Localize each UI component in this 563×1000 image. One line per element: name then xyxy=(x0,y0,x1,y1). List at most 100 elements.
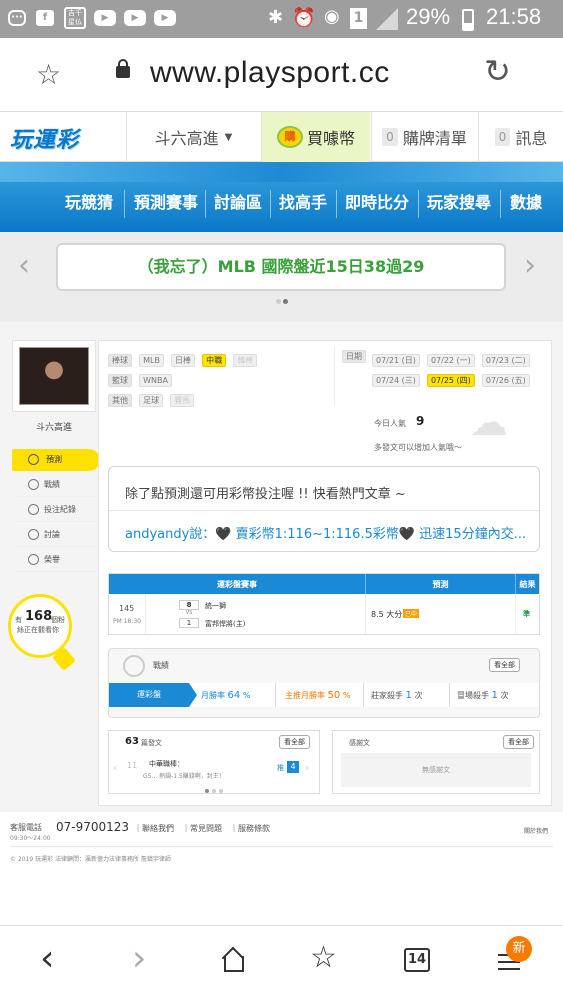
comment-icon: ··· xyxy=(8,10,26,26)
youtube-icon: ▶ xyxy=(124,10,146,26)
chevron-left-icon[interactable]: ‹ xyxy=(18,248,30,283)
record-panel: 戰績 看全部 運彩盤 月勝率 64 % 主推月勝率 50 % 莊家殺手 1 次 … xyxy=(108,648,540,718)
vs-label: VS xyxy=(185,610,193,616)
filter-tag[interactable]: 足球 xyxy=(139,394,164,407)
post-item[interactable]: 中華職棒： G5... 熱鍋-1.5賺錢啊，封王！ xyxy=(143,757,267,787)
record-tab-month[interactable]: 月勝率 64 % xyxy=(201,690,250,701)
forward-icon[interactable]: › xyxy=(132,938,146,979)
side-item-predict[interactable]: 預測 xyxy=(12,449,100,471)
msg-count: 0 xyxy=(494,128,511,146)
promo-text[interactable]: 除了點預測還可用彩幣投注喔 !! 快看熱門文章 ~ xyxy=(125,483,406,502)
side-item-label: 戰績 xyxy=(44,480,60,489)
site-logo[interactable]: 玩運彩 xyxy=(10,122,79,154)
alarm-icon: ⏰ xyxy=(292,7,316,29)
back-icon[interactable]: ‹ xyxy=(40,938,54,979)
record-icon xyxy=(123,655,145,677)
side-item-honor[interactable]: 榮譽 xyxy=(14,548,96,572)
reload-icon[interactable]: ↻ xyxy=(484,52,511,90)
posts-panel: 63 篇發文 看全部 ‹ 11 中華職棒： G5... 熱鍋-1.5賺錢啊，封王… xyxy=(108,730,320,794)
side-item-label: 榮譽 xyxy=(44,555,60,564)
side-item-discuss[interactable]: 討論 xyxy=(14,523,96,547)
carousel-dot[interactable] xyxy=(212,789,216,793)
record-title: 戰績 xyxy=(153,661,169,670)
carousel-dot-active[interactable] xyxy=(205,789,209,793)
nav-item-guess[interactable]: 玩競猜 xyxy=(56,162,122,232)
game-no: 145 xyxy=(119,604,135,613)
carousel-dot[interactable] xyxy=(219,789,223,793)
thanks-empty: 無感謝文 xyxy=(341,753,531,787)
footer-link-faq[interactable]: ｜常見問題 xyxy=(182,823,222,834)
popularity-note: 多發文可以增加人氣哦～ xyxy=(374,443,462,452)
footer-link-contact[interactable]: ｜聯絡我們 xyxy=(134,823,174,834)
buy-coins-button[interactable]: 購 買噱幣 xyxy=(261,112,370,162)
messages-button[interactable]: 0 訊息 xyxy=(478,112,563,162)
avatar[interactable] xyxy=(12,340,96,412)
nav-item-predict[interactable]: 預測賽事 xyxy=(126,162,206,232)
date-tab-active[interactable]: 07/25 (四) xyxy=(426,374,475,387)
date-tab[interactable]: 07/22 (一) xyxy=(426,354,475,367)
date-tab[interactable]: 07/24 (三) xyxy=(372,374,420,387)
filter-tag-active[interactable]: 中職 xyxy=(202,354,227,367)
url-field[interactable]: www.playsport.cc xyxy=(150,56,390,90)
chevron-right-icon[interactable]: › xyxy=(305,761,309,774)
nav-item-livescore[interactable]: 即時比分 xyxy=(337,162,417,232)
nav-item-data[interactable]: 數據 xyxy=(501,162,551,232)
filter-row: 籃球 WNBA xyxy=(108,370,259,390)
carousel-dot-active[interactable] xyxy=(283,299,288,304)
banner-link[interactable]: （我忘了）MLB 國際盤近15日38過29 xyxy=(56,243,506,291)
nav-item-experts[interactable]: 找高手 xyxy=(271,162,335,232)
record-tab-label: 莊家殺手 xyxy=(371,691,403,700)
divider xyxy=(334,345,335,407)
mascot-icon: ☁ xyxy=(470,400,508,444)
date-tab[interactable]: 07/21 (日) xyxy=(372,354,420,367)
filter-tag[interactable]: MLB xyxy=(139,354,164,367)
table-header-cell: 運彩盤賽事 xyxy=(217,580,257,589)
nav-item-player-search[interactable]: 玩家搜尋 xyxy=(419,162,499,232)
side-item-bet-history[interactable]: 投注紀錄 xyxy=(14,498,96,522)
user-menu[interactable]: 斗六高進 ▼ xyxy=(126,112,260,162)
side-item-label: 投注紀錄 xyxy=(44,505,76,514)
msg-label: 訊息 xyxy=(515,129,548,148)
tabs-button[interactable]: 14 xyxy=(404,948,430,972)
youtube-icon: ▶ xyxy=(154,10,176,26)
status-bar: ··· f 吉千 星仏 ▶ ▶ ▶ ✱ ⏰ ◉ 1 29% 21:58 xyxy=(0,0,563,38)
bookmarks-icon[interactable]: ☆ xyxy=(310,940,337,975)
filter-tag-disabled: 韓棒 xyxy=(233,354,258,367)
record-tab-banker-killer[interactable]: 莊家殺手 1 次 xyxy=(371,690,422,701)
footer-about-link[interactable]: 關於我們 xyxy=(524,826,548,835)
posts-view-all-button[interactable]: 看全部 xyxy=(279,735,310,749)
footer-link-terms[interactable]: ｜服務條款 xyxy=(230,823,270,834)
filter-tag[interactable]: WNBA xyxy=(139,374,172,387)
nav-item-forum[interactable]: 討論區 xyxy=(206,162,270,232)
date-tab[interactable]: 07/23 (二) xyxy=(481,354,530,367)
promo-link[interactable]: andyandy說：🖤 賣彩幣1:116~1:116.5彩幣🖤 迅速15分鐘內交… xyxy=(125,523,533,542)
filter-tag[interactable]: 日棒 xyxy=(171,354,196,367)
star-icon[interactable]: ☆ xyxy=(36,58,61,91)
post-title: 中華職棒： xyxy=(149,760,184,768)
cart-button[interactable]: 0 購牌清單 xyxy=(371,112,477,162)
table-row[interactable]: 145 PM 18:30 8 VS 1 統一獅 富邦悍將(主) 8.5 大分 已… xyxy=(109,594,539,634)
posts-label: 篇發文 xyxy=(141,739,162,747)
carousel-dot[interactable] xyxy=(276,299,281,304)
record-tab-active[interactable]: 運彩盤 xyxy=(109,683,189,707)
tab-count: 14 xyxy=(407,952,427,967)
record-view-all-button[interactable]: 看全部 xyxy=(489,658,520,672)
promo-box: 除了點預測還可用彩幣投注喔 !! 快看熱門文章 ~ andyandy說：🖤 賣彩… xyxy=(108,466,540,552)
filter-row: 棒球 MLB 日棒 中職 韓棒 xyxy=(108,350,259,370)
chevron-left-icon[interactable]: ‹ xyxy=(113,761,117,774)
record-tab-upset-killer[interactable]: 冒場殺手 1 次 xyxy=(457,690,508,701)
footer-link-label: 聯絡我們 xyxy=(142,824,174,833)
game-time: PM 18:30 xyxy=(113,618,141,625)
chevron-right-icon[interactable]: › xyxy=(524,248,536,283)
user-name: 斗六高進 xyxy=(154,129,219,148)
thanks-view-all-button[interactable]: 看全部 xyxy=(503,735,534,749)
record-tab-main-month[interactable]: 主推月勝率 50 % xyxy=(285,690,350,701)
home-icon[interactable] xyxy=(220,946,248,972)
youtube-icon: ▶ xyxy=(94,10,116,26)
site-header: 玩運彩 斗六高進 ▼ 購 買噱幣 0 購牌清單 0 訊息 xyxy=(0,112,563,162)
main-nav: 玩競猜 預測賽事 討論區 找高手 即時比分 玩家搜尋 數據 xyxy=(0,162,563,232)
side-item-record[interactable]: 戰績 xyxy=(14,473,96,497)
record-tab-value: 50 xyxy=(327,690,341,701)
service-phone[interactable]: 07-9700123 xyxy=(56,820,129,834)
date-tab[interactable]: 07/26 (五) xyxy=(481,374,530,387)
